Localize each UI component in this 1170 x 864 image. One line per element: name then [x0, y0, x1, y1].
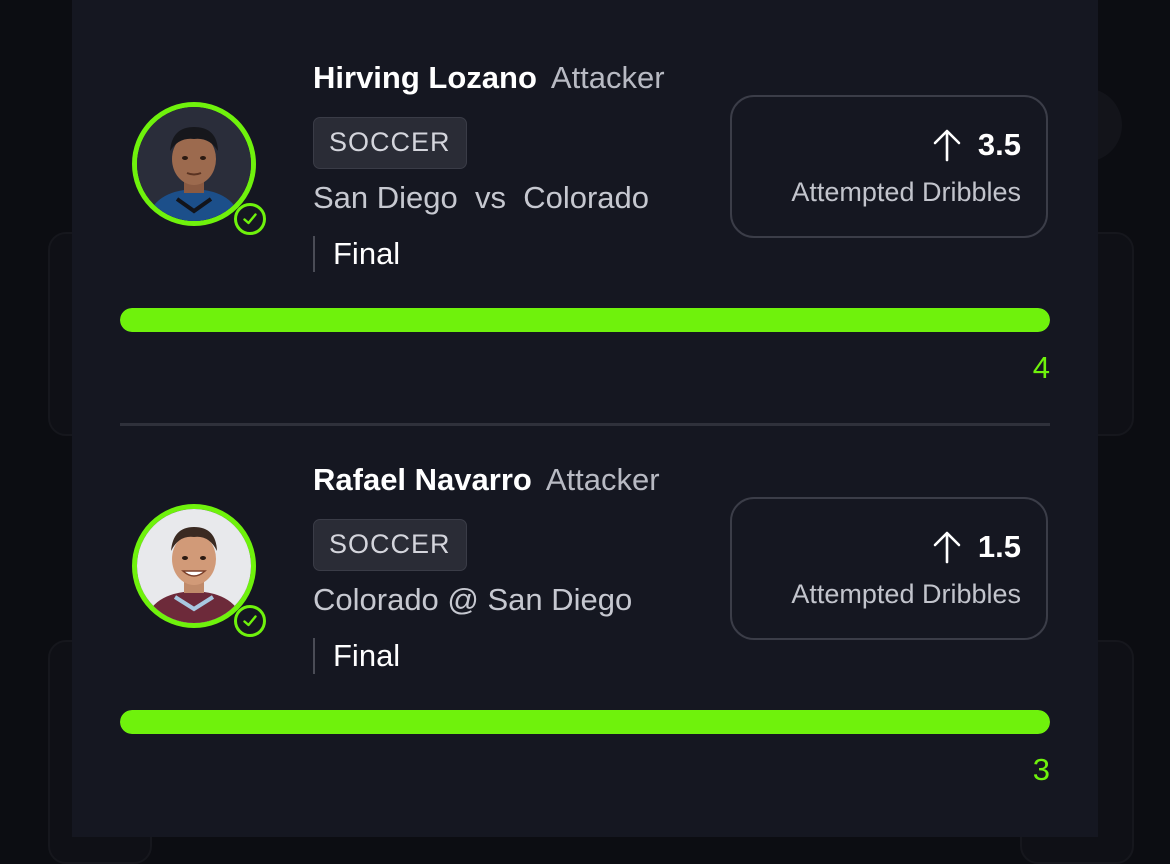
- background-heading-hint: [48, 0, 58, 24]
- matchup: San Diego vs Colorado: [313, 180, 650, 215]
- result-value: 3: [1032, 752, 1050, 787]
- matchup: Colorado @ San Diego: [313, 582, 633, 617]
- player-position: Attacker: [545, 462, 660, 497]
- projection-value: 1.5: [977, 529, 1021, 564]
- game-status: Final: [313, 236, 400, 272]
- pick-divider: [120, 423, 1050, 426]
- sport-badge: SOCCER: [313, 117, 467, 169]
- player-name: Rafael Navarro: [313, 462, 532, 497]
- arrow-up-icon: [933, 531, 961, 564]
- player-photo: [137, 509, 251, 623]
- arrow-up-icon: [933, 129, 961, 162]
- player-name-row: Hirving Lozano Attacker: [313, 60, 665, 96]
- projection-value: 3.5: [977, 127, 1021, 162]
- check-icon: [234, 605, 266, 637]
- player-name-row: Rafael Navarro Attacker: [313, 462, 660, 498]
- projection-box: 1.5 Attempted Dribbles: [730, 497, 1048, 640]
- projection-value-row: 1.5: [932, 529, 1021, 565]
- pick-results-modal: Hirving Lozano Attacker SOCCER San Diego …: [72, 0, 1098, 837]
- game-status: Final: [313, 638, 400, 674]
- result-value: 4: [1032, 350, 1050, 385]
- check-icon: [234, 203, 266, 235]
- projection-box: 3.5 Attempted Dribbles: [730, 95, 1048, 238]
- result-progress-fill: [120, 308, 1050, 332]
- projection-stat: Attempted Dribbles: [791, 177, 1021, 207]
- projection-value-row: 3.5: [932, 127, 1021, 163]
- projection-stat: Attempted Dribbles: [791, 579, 1021, 609]
- player-name: Hirving Lozano: [313, 60, 537, 95]
- result-progress-fill: [120, 710, 1050, 734]
- player-photo: [137, 107, 251, 221]
- sport-badge: SOCCER: [313, 519, 467, 571]
- result-progress-bar: [120, 308, 1050, 332]
- result-progress-bar: [120, 710, 1050, 734]
- player-position: Attacker: [550, 60, 665, 95]
